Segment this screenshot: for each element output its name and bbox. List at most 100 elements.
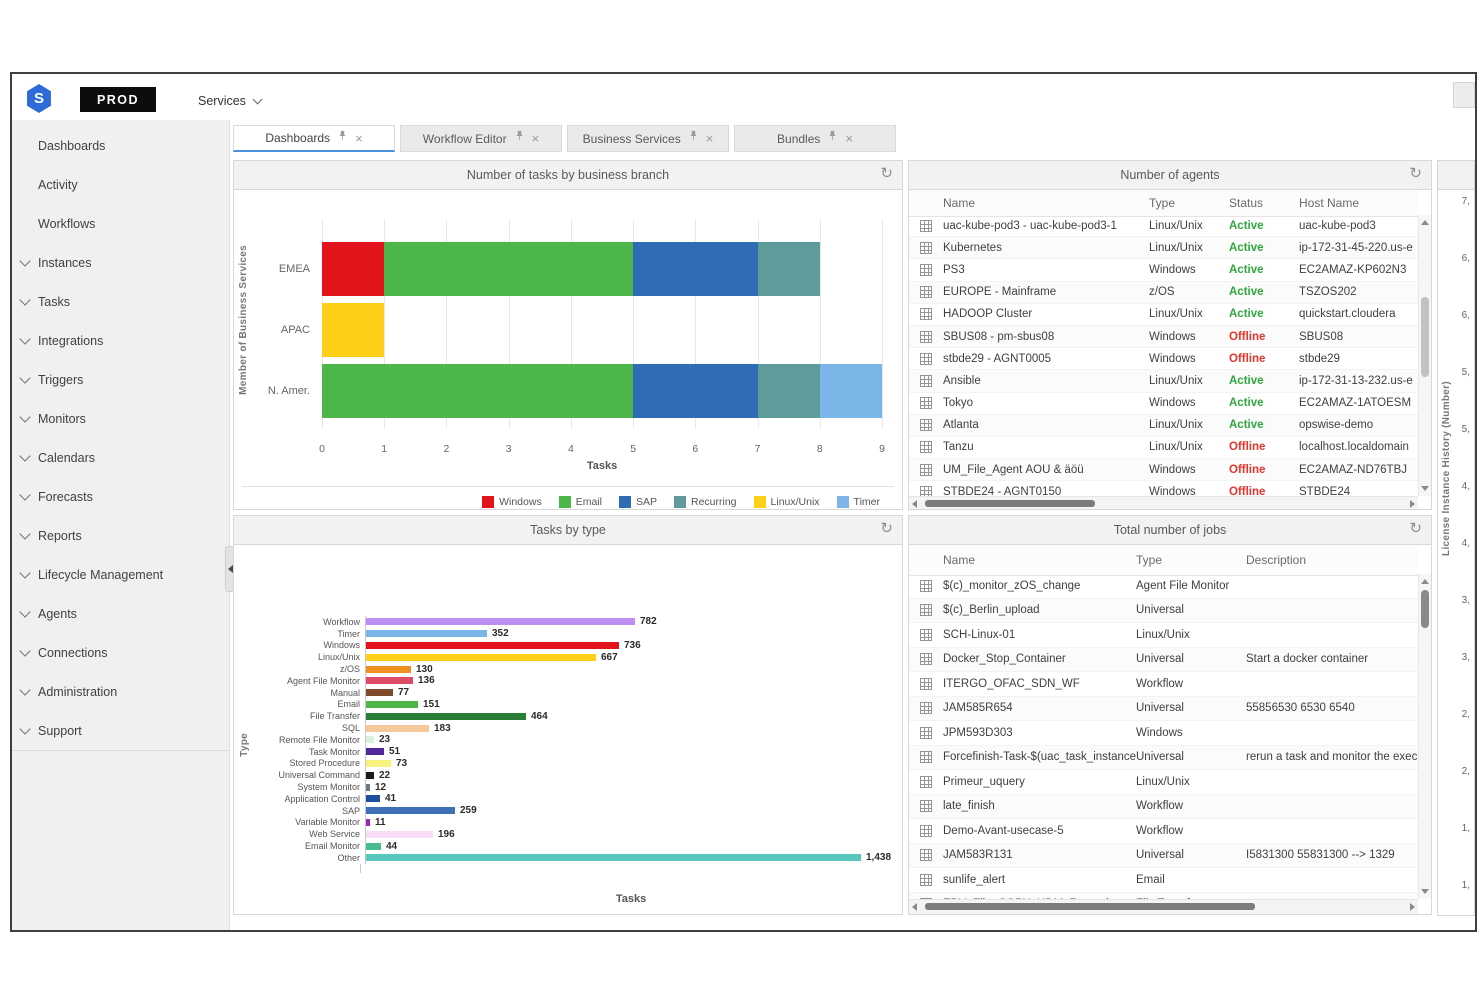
bar-agent-file-monitor[interactable] bbox=[366, 677, 413, 684]
table-row[interactable]: stbde29 - AGNT0005WindowsOfflinestbde29 bbox=[909, 348, 1418, 370]
legend-item-linux-unix[interactable]: Linux/Unix bbox=[754, 496, 820, 508]
bar-windows[interactable] bbox=[366, 642, 619, 649]
bar-system-monitor[interactable] bbox=[366, 784, 370, 791]
sidebar-item-integrations[interactable]: Integrations bbox=[12, 321, 229, 360]
bar-timer[interactable] bbox=[366, 630, 487, 637]
table-row[interactable]: $(c)_monitor_zOS_changeAgent File Monito… bbox=[909, 574, 1418, 599]
bar-variable-monitor[interactable] bbox=[366, 819, 370, 826]
column-name[interactable]: Name bbox=[943, 553, 1136, 567]
table-row[interactable]: HADOOP ClusterLinux/UnixActivequickstart… bbox=[909, 304, 1418, 326]
bar-segment-email[interactable] bbox=[384, 242, 633, 296]
bar-segment-recurring[interactable] bbox=[758, 242, 820, 296]
column-description[interactable]: Description bbox=[1246, 553, 1418, 567]
legend-item-email[interactable]: Email bbox=[559, 496, 602, 508]
table-row[interactable]: Docker_Stop_ContainerUniversalStart a do… bbox=[909, 648, 1418, 673]
bar-z-os[interactable] bbox=[366, 666, 411, 673]
column-host-name[interactable]: Host Name bbox=[1299, 196, 1418, 210]
bar-segment-email[interactable] bbox=[322, 364, 633, 418]
column-type[interactable]: Type bbox=[1136, 553, 1246, 567]
table-row[interactable]: JAM585R654Universal55856530 6530 6540 bbox=[909, 697, 1418, 722]
refresh-icon[interactable]: ↻ bbox=[880, 520, 893, 538]
tab-business-services[interactable]: Business Services× bbox=[567, 125, 729, 152]
tab-workflow-editor[interactable]: Workflow Editor× bbox=[400, 125, 562, 152]
bar-linux-unix[interactable] bbox=[366, 654, 596, 661]
bar-task-monitor[interactable] bbox=[366, 748, 384, 755]
scroll-up-icon[interactable] bbox=[1421, 220, 1429, 225]
table-row[interactable]: sunlife_alertEmail bbox=[909, 868, 1418, 893]
refresh-icon[interactable]: ↻ bbox=[1409, 520, 1422, 538]
legend-item-windows[interactable]: Windows bbox=[482, 496, 542, 508]
scroll-up-icon[interactable] bbox=[1421, 579, 1429, 584]
legend-item-recurring[interactable]: Recurring bbox=[674, 496, 737, 508]
bar-stored-procedure[interactable] bbox=[366, 760, 391, 767]
table-row[interactable]: Forcefinish-Task-$(uac_task_instance)Uni… bbox=[909, 746, 1418, 771]
table-row[interactable]: TanzuLinux/UnixOfflinelocalhost.localdom… bbox=[909, 437, 1418, 459]
bar-segment-recurring[interactable] bbox=[758, 364, 820, 418]
bar-file-transfer[interactable] bbox=[366, 713, 526, 720]
scroll-right-icon[interactable] bbox=[1410, 500, 1415, 508]
bar-other[interactable] bbox=[366, 854, 861, 861]
table-row[interactable]: Primeur_uqueryLinux/Unix bbox=[909, 770, 1418, 795]
legend-item-timer[interactable]: Timer bbox=[837, 496, 880, 508]
pin-icon[interactable] bbox=[338, 130, 347, 142]
table-row[interactable]: SBUS08 - pm-sbus08WindowsOfflineSBUS08 bbox=[909, 326, 1418, 348]
close-icon[interactable]: × bbox=[845, 132, 853, 145]
bar-segment-timer[interactable] bbox=[820, 364, 882, 418]
table-row[interactable]: UM_File_Agent ÄÖÜ & äöüWindowsOfflineEC2… bbox=[909, 459, 1418, 481]
vertical-scrollbar[interactable] bbox=[1418, 215, 1431, 496]
table-row[interactable]: uac-kube-pod3 - uac-kube-pod3-1Linux/Uni… bbox=[909, 215, 1418, 237]
table-row[interactable]: TokyoWindowsActiveEC2AMAZ-1ATOESM bbox=[909, 393, 1418, 415]
sidebar-item-administration[interactable]: Administration bbox=[12, 672, 229, 711]
sidebar-item-dashboards[interactable]: Dashboards bbox=[12, 126, 229, 165]
table-row[interactable]: JPM593D303Windows bbox=[909, 721, 1418, 746]
refresh-icon[interactable]: ↻ bbox=[1409, 165, 1422, 183]
close-icon[interactable]: × bbox=[706, 132, 714, 145]
pin-icon[interactable] bbox=[515, 130, 524, 142]
sidebar-item-calendars[interactable]: Calendars bbox=[12, 438, 229, 477]
bar-manual[interactable] bbox=[366, 689, 393, 696]
scrollbar-thumb[interactable] bbox=[925, 903, 1255, 910]
bar-email-monitor[interactable] bbox=[366, 843, 381, 850]
services-menu[interactable]: Services bbox=[198, 94, 261, 108]
column-name[interactable]: Name bbox=[943, 196, 1149, 210]
refresh-icon[interactable]: ↻ bbox=[880, 165, 893, 183]
sidebar-item-lifecycle-management[interactable]: Lifecycle Management bbox=[12, 555, 229, 594]
tab-bundles[interactable]: Bundles× bbox=[734, 125, 896, 152]
table-row[interactable]: late_finishWorkflow bbox=[909, 795, 1418, 820]
bar-sql[interactable] bbox=[366, 725, 429, 732]
table-row[interactable]: JAM583R131UniversalI5831300 55831300 -->… bbox=[909, 844, 1418, 869]
bar-workflow[interactable] bbox=[366, 618, 635, 625]
table-row[interactable]: Demo-Avant-usecase-5Workflow bbox=[909, 819, 1418, 844]
tab-dashboards[interactable]: Dashboards× bbox=[233, 125, 395, 152]
vertical-scrollbar[interactable] bbox=[1418, 574, 1431, 899]
table-row[interactable]: AtlantaLinux/UnixActiveopswise-demo bbox=[909, 415, 1418, 437]
table-row[interactable]: SCH-Linux-01Linux/Unix bbox=[909, 623, 1418, 648]
scrollbar-thumb[interactable] bbox=[1421, 590, 1429, 628]
table-row[interactable]: KubernetesLinux/UnixActiveip-172-31-45-2… bbox=[909, 237, 1418, 259]
bar-segment-sap[interactable] bbox=[633, 242, 757, 296]
sidebar-item-instances[interactable]: Instances bbox=[12, 243, 229, 282]
scroll-down-icon[interactable] bbox=[1421, 889, 1429, 894]
horizontal-scrollbar[interactable] bbox=[909, 496, 1418, 509]
sidebar-item-triggers[interactable]: Triggers bbox=[12, 360, 229, 399]
sidebar-item-agents[interactable]: Agents bbox=[12, 594, 229, 633]
table-row[interactable]: $(c)_Berlin_uploadUniversal bbox=[909, 599, 1418, 624]
table-row[interactable]: PS3WindowsActiveEC2AMAZ-KP602N3 bbox=[909, 259, 1418, 281]
bar-segment-sap[interactable] bbox=[633, 364, 757, 418]
horizontal-scrollbar[interactable] bbox=[909, 899, 1418, 914]
sidebar-item-tasks[interactable]: Tasks bbox=[12, 282, 229, 321]
bar-segment-linux-unix[interactable] bbox=[322, 303, 384, 357]
sidebar-item-monitors[interactable]: Monitors bbox=[12, 399, 229, 438]
scrollbar-thumb[interactable] bbox=[925, 500, 1095, 507]
close-icon[interactable]: × bbox=[355, 132, 363, 145]
bar-remote-file-monitor[interactable] bbox=[366, 736, 374, 743]
stonebranch-logo-icon[interactable]: S bbox=[26, 84, 52, 113]
bar-web-service[interactable] bbox=[366, 831, 433, 838]
sidebar-item-connections[interactable]: Connections bbox=[12, 633, 229, 672]
bar-universal-command[interactable] bbox=[366, 772, 374, 779]
scroll-down-icon[interactable] bbox=[1421, 486, 1429, 491]
scroll-right-icon[interactable] bbox=[1410, 903, 1415, 911]
bar-sap[interactable] bbox=[366, 807, 455, 814]
scroll-left-icon[interactable] bbox=[912, 500, 917, 508]
column-type[interactable]: Type bbox=[1149, 196, 1229, 210]
